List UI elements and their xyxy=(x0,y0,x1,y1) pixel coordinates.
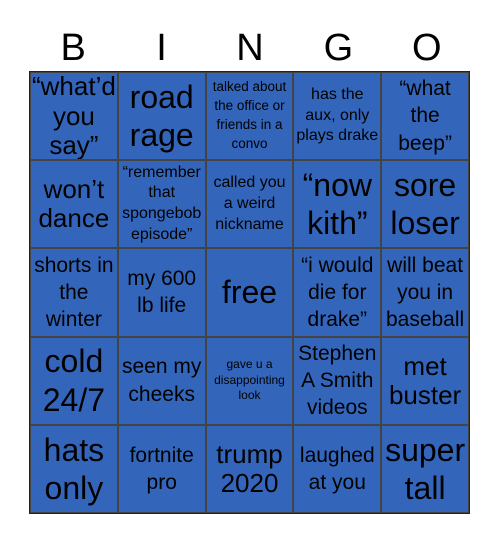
bingo-cell[interactable]: super tall xyxy=(381,424,469,513)
header-letter-i: I xyxy=(156,27,167,69)
bingo-cell[interactable]: cold 24/7 xyxy=(30,336,118,425)
bingo-cell[interactable]: free xyxy=(205,248,294,337)
bingo-cell[interactable]: road rage xyxy=(117,72,206,161)
bingo-cell[interactable]: “remember that spongebob episode” xyxy=(117,160,206,249)
bingo-cell[interactable]: talked about the office or friends in a … xyxy=(205,72,294,161)
bingo-cell[interactable]: “what the beep” xyxy=(381,72,469,161)
bingo-cell[interactable]: “i would die for drake” xyxy=(293,248,382,337)
bingo-cell[interactable]: won’t dance xyxy=(30,160,118,249)
bingo-cell[interactable]: “what’d you say” xyxy=(30,72,118,161)
header-letter-n: N xyxy=(236,27,264,69)
bingo-cell[interactable]: called you a weird nickname xyxy=(205,160,294,249)
bingo-cell[interactable]: my 600 lb life xyxy=(117,248,206,337)
header-letter-o: O xyxy=(411,27,442,69)
bingo-cell[interactable]: seen my cheeks xyxy=(117,336,206,425)
bingo-grid: “what’d you say” road rage talked about th… xyxy=(29,71,470,514)
bingo-cell[interactable]: will beat you in baseball xyxy=(381,248,469,337)
bingo-cell[interactable]: hats only xyxy=(30,424,118,513)
bingo-cell[interactable]: trump 2020 xyxy=(205,424,294,513)
bingo-cell[interactable]: laughed at you xyxy=(293,424,382,513)
header-letter-g: G xyxy=(323,27,354,69)
bingo-cell[interactable]: shorts in the winter xyxy=(30,248,118,337)
bingo-cell[interactable]: Stephen A Smith videos xyxy=(293,336,382,425)
bingo-cell[interactable]: “now kith” xyxy=(293,160,382,249)
bingo-cell[interactable]: gave u a disappointing look xyxy=(205,336,294,425)
bingo-cell[interactable]: sore loser xyxy=(381,160,469,249)
bingo-cell[interactable]: fortnite pro xyxy=(117,424,206,513)
bingo-header: B I N G O xyxy=(29,26,471,71)
header-letter-b: B xyxy=(60,27,86,69)
bingo-cell[interactable]: met buster xyxy=(381,336,469,425)
bingo-cell[interactable]: has the aux, only plays drake xyxy=(293,72,382,161)
